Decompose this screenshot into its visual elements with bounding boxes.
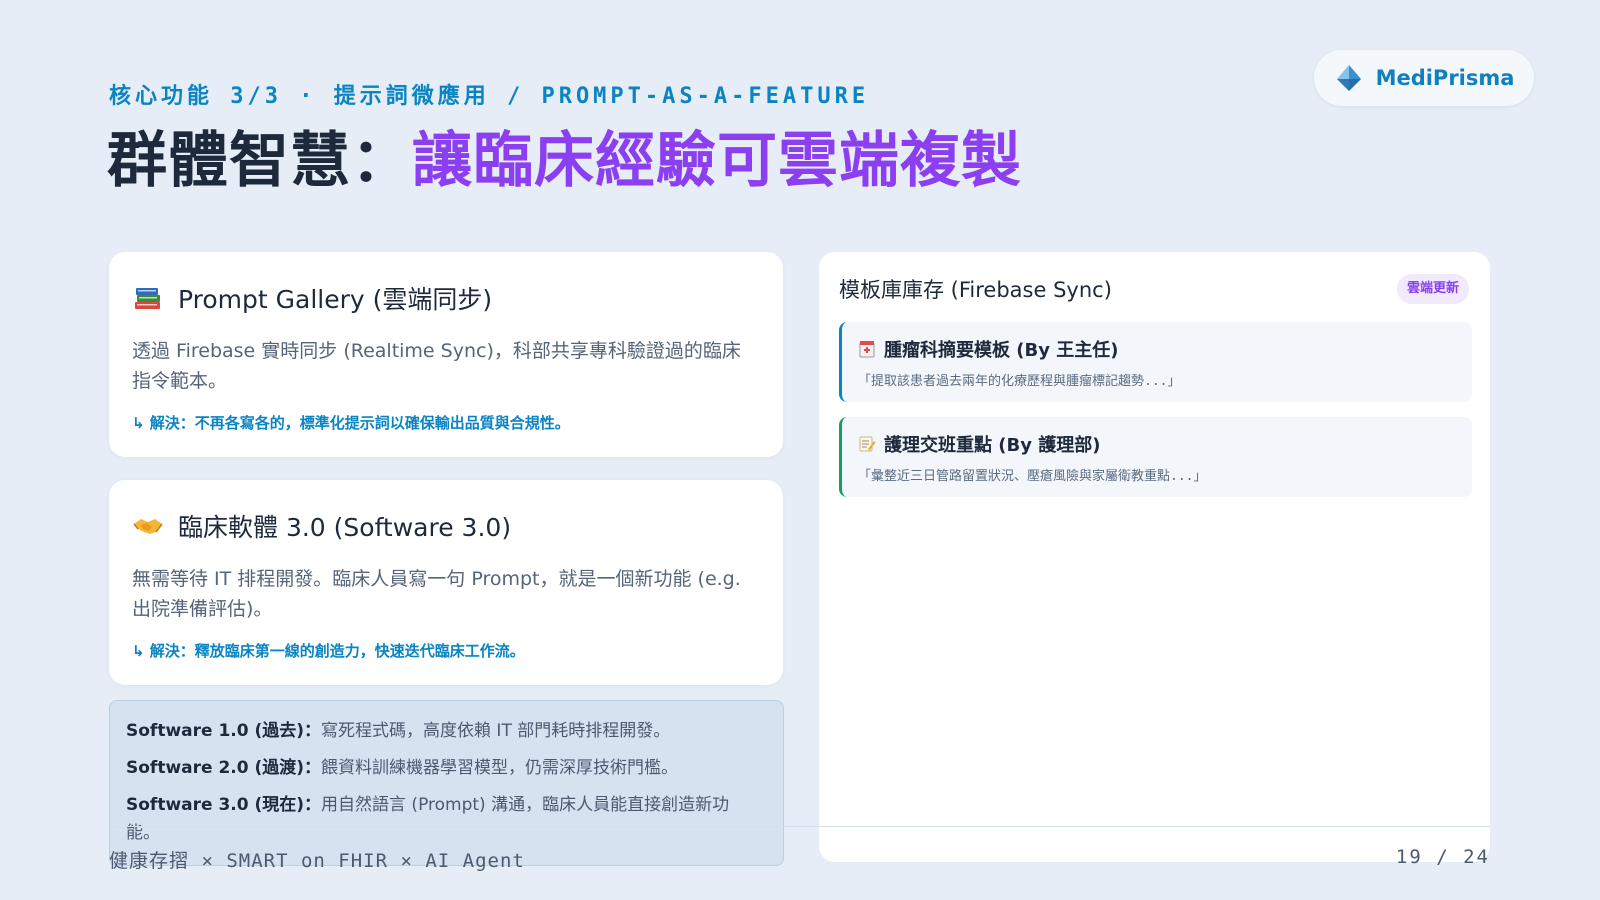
page-title-main: 群體智慧： (107, 126, 412, 196)
hospital-icon (859, 341, 875, 358)
template-item[interactable]: 護理交班重點 (By 護理部) 「彙整近三日管路留置狀況、壓瘡風險與家屬衛教重點… (839, 417, 1472, 497)
evolution-text: 餵資料訓練機器學習模型，仍需深厚技術門檻。 (321, 758, 679, 778)
books-icon (135, 288, 160, 309)
software-evolution-row: Software 1.0 (過去)：寫死程式碼，高度依賴 IT 部門耗時排程開發… (126, 717, 756, 745)
template-item[interactable]: 腫瘤科摘要模板 (By 王主任) 「提取該患者過去兩年的化療歷程與腫瘤標記趨勢.… (839, 322, 1472, 402)
feature-card-prompt-gallery: Prompt Gallery (雲端同步) 透過 Firebase 實時同步 (… (109, 252, 783, 457)
software-evolution-box: Software 1.0 (過去)：寫死程式碼，高度依賴 IT 部門耗時排程開發… (109, 700, 784, 866)
footer-caption: 健康存摺 × SMART on FHIR × AI Agent (109, 850, 525, 872)
software-evolution-row: Software 2.0 (過渡)：餵資料訓練機器學習模型，仍需深厚技術門檻。 (126, 754, 756, 782)
card-description: 無需等待 IT 排程開發。臨床人員寫一句 Prompt，就是一個新功能 (e.g… (132, 568, 741, 620)
card-solution: ↳ 解決：釋放臨床第一線的創造力，快速迭代臨床工作流。 (132, 642, 525, 660)
evolution-text: 寫死程式碼，高度依賴 IT 部門耗時排程開發。 (321, 721, 671, 741)
card-solution: ↳ 解決：不再各寫各的，標準化提示詞以確保輸出品質與合規性。 (132, 414, 570, 432)
evolution-label: Software 2.0 (過渡)： (126, 758, 322, 778)
template-preview: 「提取該患者過去兩年的化療歷程與腫瘤標記趨勢...」 (858, 374, 1181, 389)
cloud-update-badge: 雲端更新 (1396, 274, 1469, 304)
handshake-icon (133, 519, 163, 534)
evolution-label: Software 3.0 (現在)： (126, 795, 322, 815)
template-title: 腫瘤科摘要模板 (By 王主任) (884, 340, 1119, 361)
card-description: 透過 Firebase 實時同步 (Realtime Sync)，科部共享專科驗… (132, 340, 741, 392)
page-title: 群體智慧：讓臨床經驗可雲端複製 (107, 126, 1022, 196)
prism-logo-icon (1336, 65, 1361, 91)
panel-title: 模板庫庫存 (Firebase Sync) (839, 278, 1112, 302)
footer-divider (109, 826, 1490, 827)
page-title-highlight: 讓臨床經驗可雲端複製 (412, 126, 1022, 196)
template-title: 護理交班重點 (By 護理部) (884, 435, 1101, 456)
template-library-panel: 模板庫庫存 (Firebase Sync) 雲端更新 腫瘤科摘要模板 (By 王… (819, 252, 1490, 862)
memo-icon (859, 436, 876, 452)
template-preview: 「彙整近三日管路留置狀況、壓瘡風險與家屬衛教重點...」 (858, 469, 1207, 484)
brand-name: MediPrisma (1375, 66, 1515, 90)
page-number: 19 / 24 (1395, 846, 1490, 868)
software-evolution-row: Software 3.0 (現在)：用自然語言 (Prompt) 溝通，臨床人員… (126, 791, 756, 847)
section-kicker: 核心功能 3/3 · 提示詞微應用 / PROMPT-AS-A-FEATURE (109, 84, 870, 109)
brand-logo: MediPrisma (1314, 50, 1534, 106)
card-title: Prompt Gallery (雲端同步) (178, 285, 493, 314)
card-title: 臨床軟體 3.0 (Software 3.0) (178, 513, 512, 542)
feature-card-software-3: 臨床軟體 3.0 (Software 3.0) 無需等待 IT 排程開發。臨床人… (109, 480, 783, 685)
evolution-label: Software 1.0 (過去)： (126, 721, 322, 741)
